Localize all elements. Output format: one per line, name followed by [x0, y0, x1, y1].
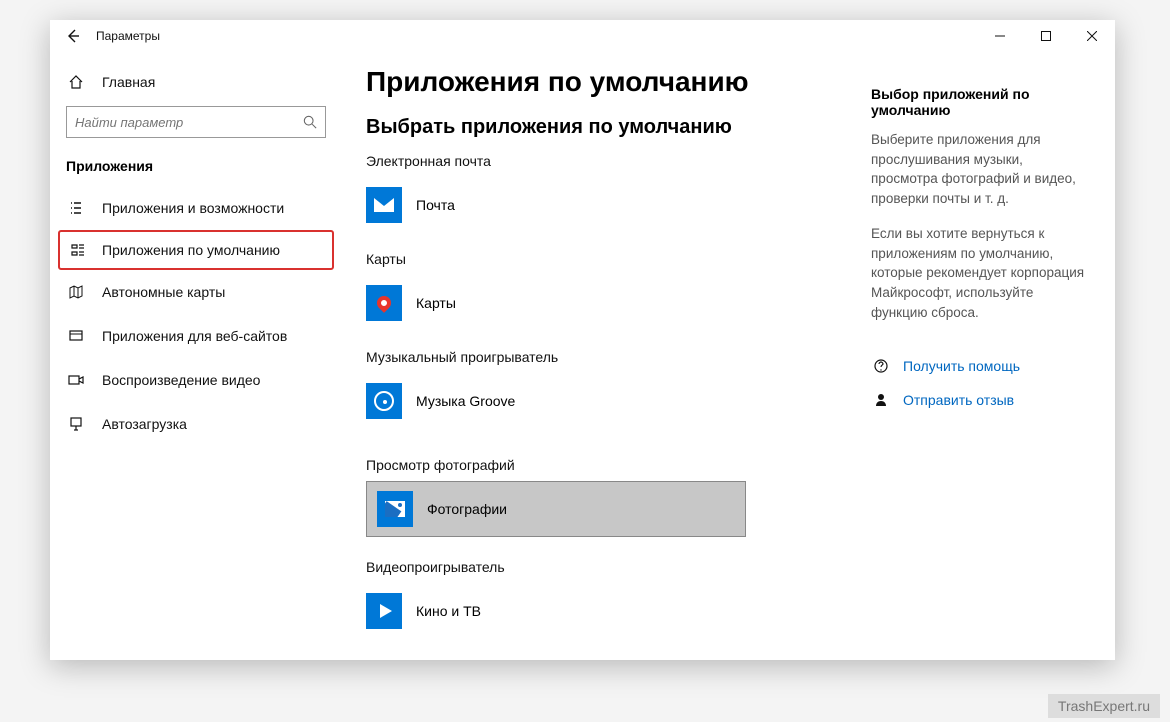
category-video-label: Видеопроигрыватель [366, 559, 847, 575]
help-link-label: Получить помощь [903, 358, 1020, 374]
right-pane: Выбор приложений по умолчанию Выберите п… [871, 52, 1115, 660]
close-button[interactable] [1069, 20, 1115, 52]
window-title: Параметры [96, 29, 160, 43]
list-icon [66, 198, 86, 218]
search-field[interactable] [75, 115, 303, 130]
app-name: Почта [416, 197, 455, 213]
search-icon [303, 115, 317, 129]
help-icon [871, 356, 891, 376]
help-link[interactable]: Получить помощь [871, 356, 1091, 376]
movies-tv-app-icon [366, 593, 402, 629]
arrow-left-icon [65, 28, 81, 44]
category-music-label: Музыкальный проигрыватель [366, 349, 847, 365]
sidebar-section-heading: Приложения [50, 150, 342, 186]
app-name: Фотографии [427, 501, 507, 517]
main-content: Приложения по умолчанию Выбрать приложен… [342, 52, 871, 660]
sidebar-item-label: Приложения и возможности [102, 200, 284, 216]
default-app-music[interactable]: Музыка Groove [366, 373, 847, 429]
section-title: Выбрать приложения по умолчанию [366, 116, 847, 139]
startup-icon [66, 414, 86, 434]
feedback-link-label: Отправить отзыв [903, 392, 1014, 408]
titlebar: Параметры [50, 20, 1115, 52]
watermark: TrashExpert.ru [1048, 694, 1160, 718]
app-name: Кино и ТВ [416, 603, 481, 619]
sidebar: Главная Приложения Приложения и возможно… [50, 52, 342, 660]
close-icon [1087, 31, 1097, 41]
settings-window: Параметры Главная [50, 20, 1115, 660]
video-icon [66, 370, 86, 390]
right-pane-text-1: Выберите приложения для прослушивания му… [871, 130, 1091, 208]
right-pane-title: Выбор приложений по умолчанию [871, 86, 1091, 118]
sidebar-item-label: Приложения по умолчанию [102, 242, 280, 258]
sidebar-item-label: Приложения для веб-сайтов [102, 328, 287, 344]
sidebar-home-label: Главная [102, 74, 155, 90]
category-maps-label: Карты [366, 251, 847, 267]
sidebar-item-default-apps[interactable]: Приложения по умолчанию [58, 230, 334, 270]
back-button[interactable] [50, 20, 96, 52]
right-pane-text-2: Если вы хотите вернуться к приложениям п… [871, 224, 1091, 322]
sidebar-item-offline-maps[interactable]: Автономные карты [50, 270, 342, 314]
category-photos-label: Просмотр фотографий [366, 457, 847, 473]
map-icon [66, 282, 86, 302]
sidebar-item-video-playback[interactable]: Воспроизведение видео [50, 358, 342, 402]
sidebar-item-label: Воспроизведение видео [102, 372, 260, 388]
default-app-maps[interactable]: Карты [366, 275, 847, 331]
sidebar-item-apps-features[interactable]: Приложения и возможности [50, 186, 342, 230]
photos-app-icon [377, 491, 413, 527]
maximize-icon [1041, 31, 1051, 41]
default-app-video[interactable]: Кино и ТВ [366, 583, 847, 639]
sidebar-item-label: Автономные карты [102, 284, 225, 300]
home-icon [66, 72, 86, 92]
feedback-link[interactable]: Отправить отзыв [871, 390, 1091, 410]
sidebar-item-startup[interactable]: Автозагрузка [50, 402, 342, 446]
minimize-icon [995, 31, 1005, 41]
website-icon [66, 326, 86, 346]
default-app-email[interactable]: Почта [366, 177, 847, 233]
groove-app-icon [366, 383, 402, 419]
app-name: Музыка Groove [416, 393, 515, 409]
default-app-photos[interactable]: Фотографии [366, 481, 746, 537]
app-name: Карты [416, 295, 456, 311]
default-apps-icon [68, 240, 88, 260]
feedback-icon [871, 390, 891, 410]
sidebar-home[interactable]: Главная [50, 62, 342, 102]
minimize-button[interactable] [977, 20, 1023, 52]
sidebar-item-label: Автозагрузка [102, 416, 187, 432]
mail-app-icon [366, 187, 402, 223]
sidebar-item-apps-websites[interactable]: Приложения для веб-сайтов [50, 314, 342, 358]
category-email-label: Электронная почта [366, 153, 847, 169]
search-input[interactable] [66, 106, 326, 138]
page-title: Приложения по умолчанию [366, 66, 847, 98]
maps-app-icon [366, 285, 402, 321]
maximize-button[interactable] [1023, 20, 1069, 52]
